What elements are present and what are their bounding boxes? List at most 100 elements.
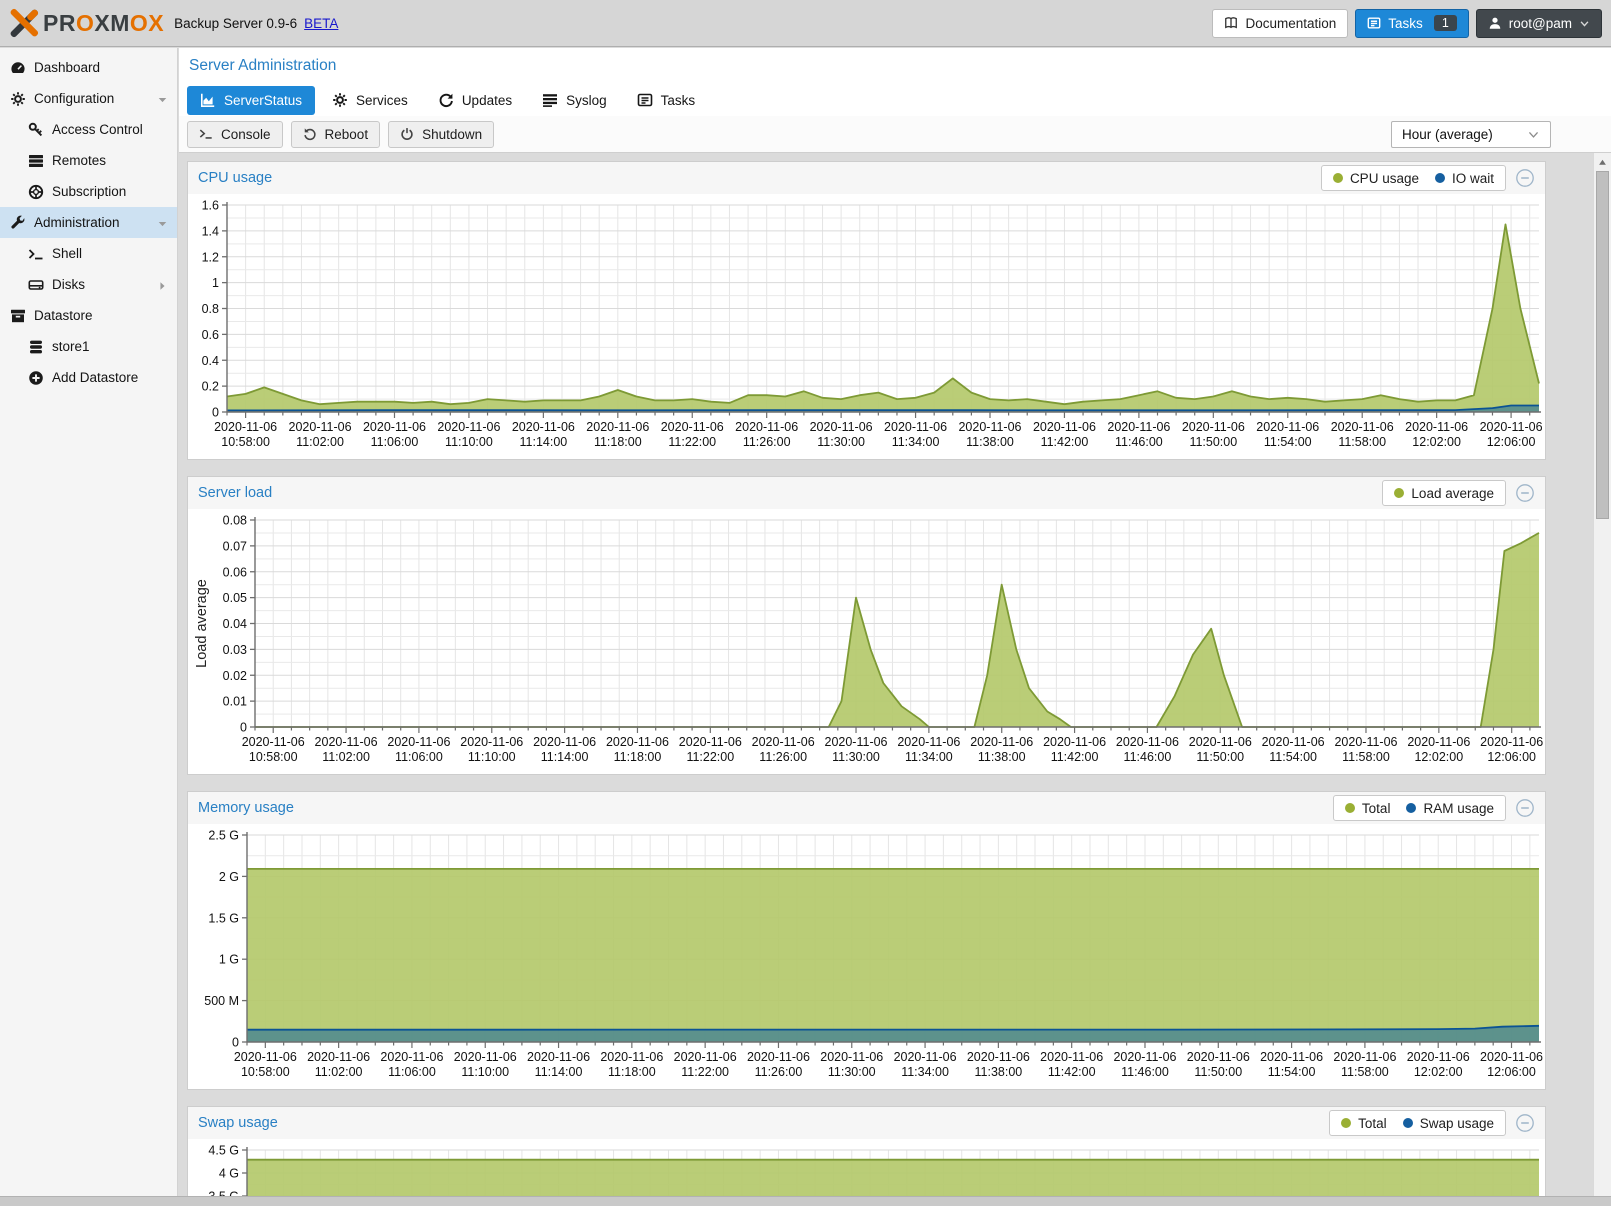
sidebar-item-dashboard[interactable]: Dashboard	[0, 52, 177, 83]
svg-text:11:46:00: 11:46:00	[1115, 435, 1163, 449]
legend-item-io-wait[interactable]: IO wait	[1435, 171, 1494, 186]
expand-arrow-icon[interactable]	[157, 279, 168, 290]
legend-label: RAM usage	[1423, 801, 1494, 816]
tab-services[interactable]: Services	[319, 86, 421, 115]
legend-label: Swap usage	[1420, 1116, 1494, 1131]
console-button[interactable]: Console	[187, 121, 283, 148]
collapse-panel-button[interactable]	[1515, 483, 1535, 503]
svg-text:11:26:00: 11:26:00	[759, 750, 807, 764]
sidebar-item-store1[interactable]: store1	[0, 331, 177, 362]
svg-text:2020-11-06: 2020-11-06	[363, 420, 426, 434]
svg-text:2020-11-06: 2020-11-06	[1331, 420, 1394, 434]
legend-item-load-average[interactable]: Load average	[1394, 486, 1494, 501]
svg-text:2020-11-06: 2020-11-06	[820, 1050, 883, 1064]
svg-text:2020-11-06: 2020-11-06	[1480, 1050, 1543, 1064]
swap-usage-chart: 0500 M1 G1.5 G2 G2.5 G3 G3.5 G4 G4.5 G20…	[191, 1144, 1543, 1196]
page-title: Server Administration	[189, 57, 336, 75]
chart-legend: Load average	[1382, 480, 1506, 506]
user-menu-button[interactable]: root@pam	[1476, 9, 1602, 38]
legend-item-ram-usage[interactable]: RAM usage	[1406, 801, 1494, 816]
svg-text:500 M: 500 M	[204, 994, 239, 1008]
svg-text:11:38:00: 11:38:00	[978, 750, 1026, 764]
scroll-up-button[interactable]	[1594, 155, 1611, 169]
main-content: Server Administration ServerStatusServic…	[179, 48, 1611, 1196]
svg-text:2020-11-06: 2020-11-06	[1262, 735, 1325, 749]
svg-text:10:58:00: 10:58:00	[249, 750, 298, 764]
sidebar-item-administration[interactable]: Administration	[0, 207, 177, 238]
svg-text:11:58:00: 11:58:00	[1342, 750, 1390, 764]
legend-item-swap-usage[interactable]: Swap usage	[1403, 1116, 1494, 1131]
legend-label: Total	[1358, 1116, 1387, 1131]
svg-text:2020-11-06: 2020-11-06	[315, 735, 378, 749]
legend-item-total[interactable]: Total	[1341, 1116, 1387, 1131]
legend-label: CPU usage	[1350, 171, 1419, 186]
svg-text:0.2: 0.2	[202, 380, 219, 394]
sidebar-item-access-control[interactable]: Access Control	[0, 114, 177, 145]
collapse-arrow-icon[interactable]	[157, 217, 168, 228]
tab-syslog[interactable]: Syslog	[529, 86, 620, 115]
database-icon	[28, 339, 44, 355]
shutdown-button[interactable]: Shutdown	[388, 121, 494, 148]
proxmox-logo: PROXMOX	[9, 8, 164, 38]
tasks-count-badge: 1	[1434, 15, 1457, 31]
collapse-panel-button[interactable]	[1515, 1113, 1535, 1133]
svg-text:0: 0	[240, 721, 247, 735]
svg-text:2020-11-06: 2020-11-06	[747, 1050, 810, 1064]
tab-label: Updates	[462, 93, 512, 108]
collapse-arrow-icon[interactable]	[157, 93, 168, 104]
svg-text:2020-11-06: 2020-11-06	[234, 1050, 297, 1064]
vertical-scrollbar[interactable]	[1593, 153, 1611, 1196]
legend-item-total[interactable]: Total	[1345, 801, 1391, 816]
tab-updates[interactable]: Updates	[425, 86, 525, 115]
tab-tasks[interactable]: Tasks	[624, 86, 709, 115]
svg-text:2020-11-06: 2020-11-06	[242, 735, 305, 749]
sidebar-item-remotes[interactable]: Remotes	[0, 145, 177, 176]
reboot-button[interactable]: Reboot	[291, 121, 381, 148]
svg-text:2020-11-06: 2020-11-06	[661, 420, 724, 434]
svg-text:11:54:00: 11:54:00	[1269, 750, 1317, 764]
sidebar-item-label: store1	[52, 339, 90, 354]
svg-text:11:46:00: 11:46:00	[1124, 750, 1172, 764]
tab-label: Syslog	[566, 93, 607, 108]
svg-text:11:02:00: 11:02:00	[322, 750, 370, 764]
svg-text:0: 0	[232, 1036, 239, 1050]
sidebar-item-datastore[interactable]: Datastore	[0, 300, 177, 331]
product-version: Backup Server 0.9-6	[174, 16, 297, 31]
sidebar-item-shell[interactable]: Shell	[0, 238, 177, 269]
timeframe-select[interactable]: Hour (average)	[1391, 121, 1551, 148]
svg-text:2020-11-06: 2020-11-06	[533, 735, 596, 749]
svg-text:2020-11-06: 2020-11-06	[958, 420, 1021, 434]
svg-text:2020-11-06: 2020-11-06	[1113, 1050, 1176, 1064]
tab-serverstatus[interactable]: ServerStatus	[187, 86, 315, 115]
sidebar-item-subscription[interactable]: Subscription	[0, 176, 177, 207]
sidebar-item-label: Add Datastore	[52, 370, 138, 385]
user-icon	[1488, 16, 1502, 30]
svg-text:11:14:00: 11:14:00	[541, 750, 589, 764]
undo-icon	[303, 127, 317, 141]
sidebar-item-configuration[interactable]: Configuration	[0, 83, 177, 114]
svg-text:1.4: 1.4	[202, 224, 219, 238]
svg-text:11:38:00: 11:38:00	[975, 1065, 1023, 1079]
svg-text:4.5 G: 4.5 G	[208, 1144, 239, 1158]
sidebar-item-add-datastore[interactable]: Add Datastore	[0, 362, 177, 393]
collapse-panel-button[interactable]	[1515, 798, 1535, 818]
sidebar-item-disks[interactable]: Disks	[0, 269, 177, 300]
legend-item-cpu-usage[interactable]: CPU usage	[1333, 171, 1419, 186]
svg-text:Load average: Load average	[194, 579, 210, 668]
svg-text:2020-11-06: 2020-11-06	[679, 735, 742, 749]
svg-text:11:26:00: 11:26:00	[743, 435, 791, 449]
collapse-panel-button[interactable]	[1515, 168, 1535, 188]
svg-text:0.06: 0.06	[223, 565, 247, 579]
svg-text:2020-11-06: 2020-11-06	[1333, 1050, 1396, 1064]
svg-text:4 G: 4 G	[219, 1167, 239, 1181]
svg-text:2020-11-06: 2020-11-06	[586, 420, 649, 434]
svg-text:2020-11-06: 2020-11-06	[1260, 1050, 1323, 1064]
beta-link[interactable]: BETA	[304, 16, 338, 31]
documentation-button[interactable]: Documentation	[1212, 9, 1348, 38]
svg-text:11:54:00: 11:54:00	[1264, 435, 1312, 449]
archive-icon	[10, 308, 26, 324]
scrollbar-thumb[interactable]	[1596, 171, 1609, 519]
svg-text:2020-11-06: 2020-11-06	[606, 735, 669, 749]
tasks-button[interactable]: Tasks 1	[1355, 9, 1468, 38]
svg-text:12:06:00: 12:06:00	[1487, 435, 1536, 449]
